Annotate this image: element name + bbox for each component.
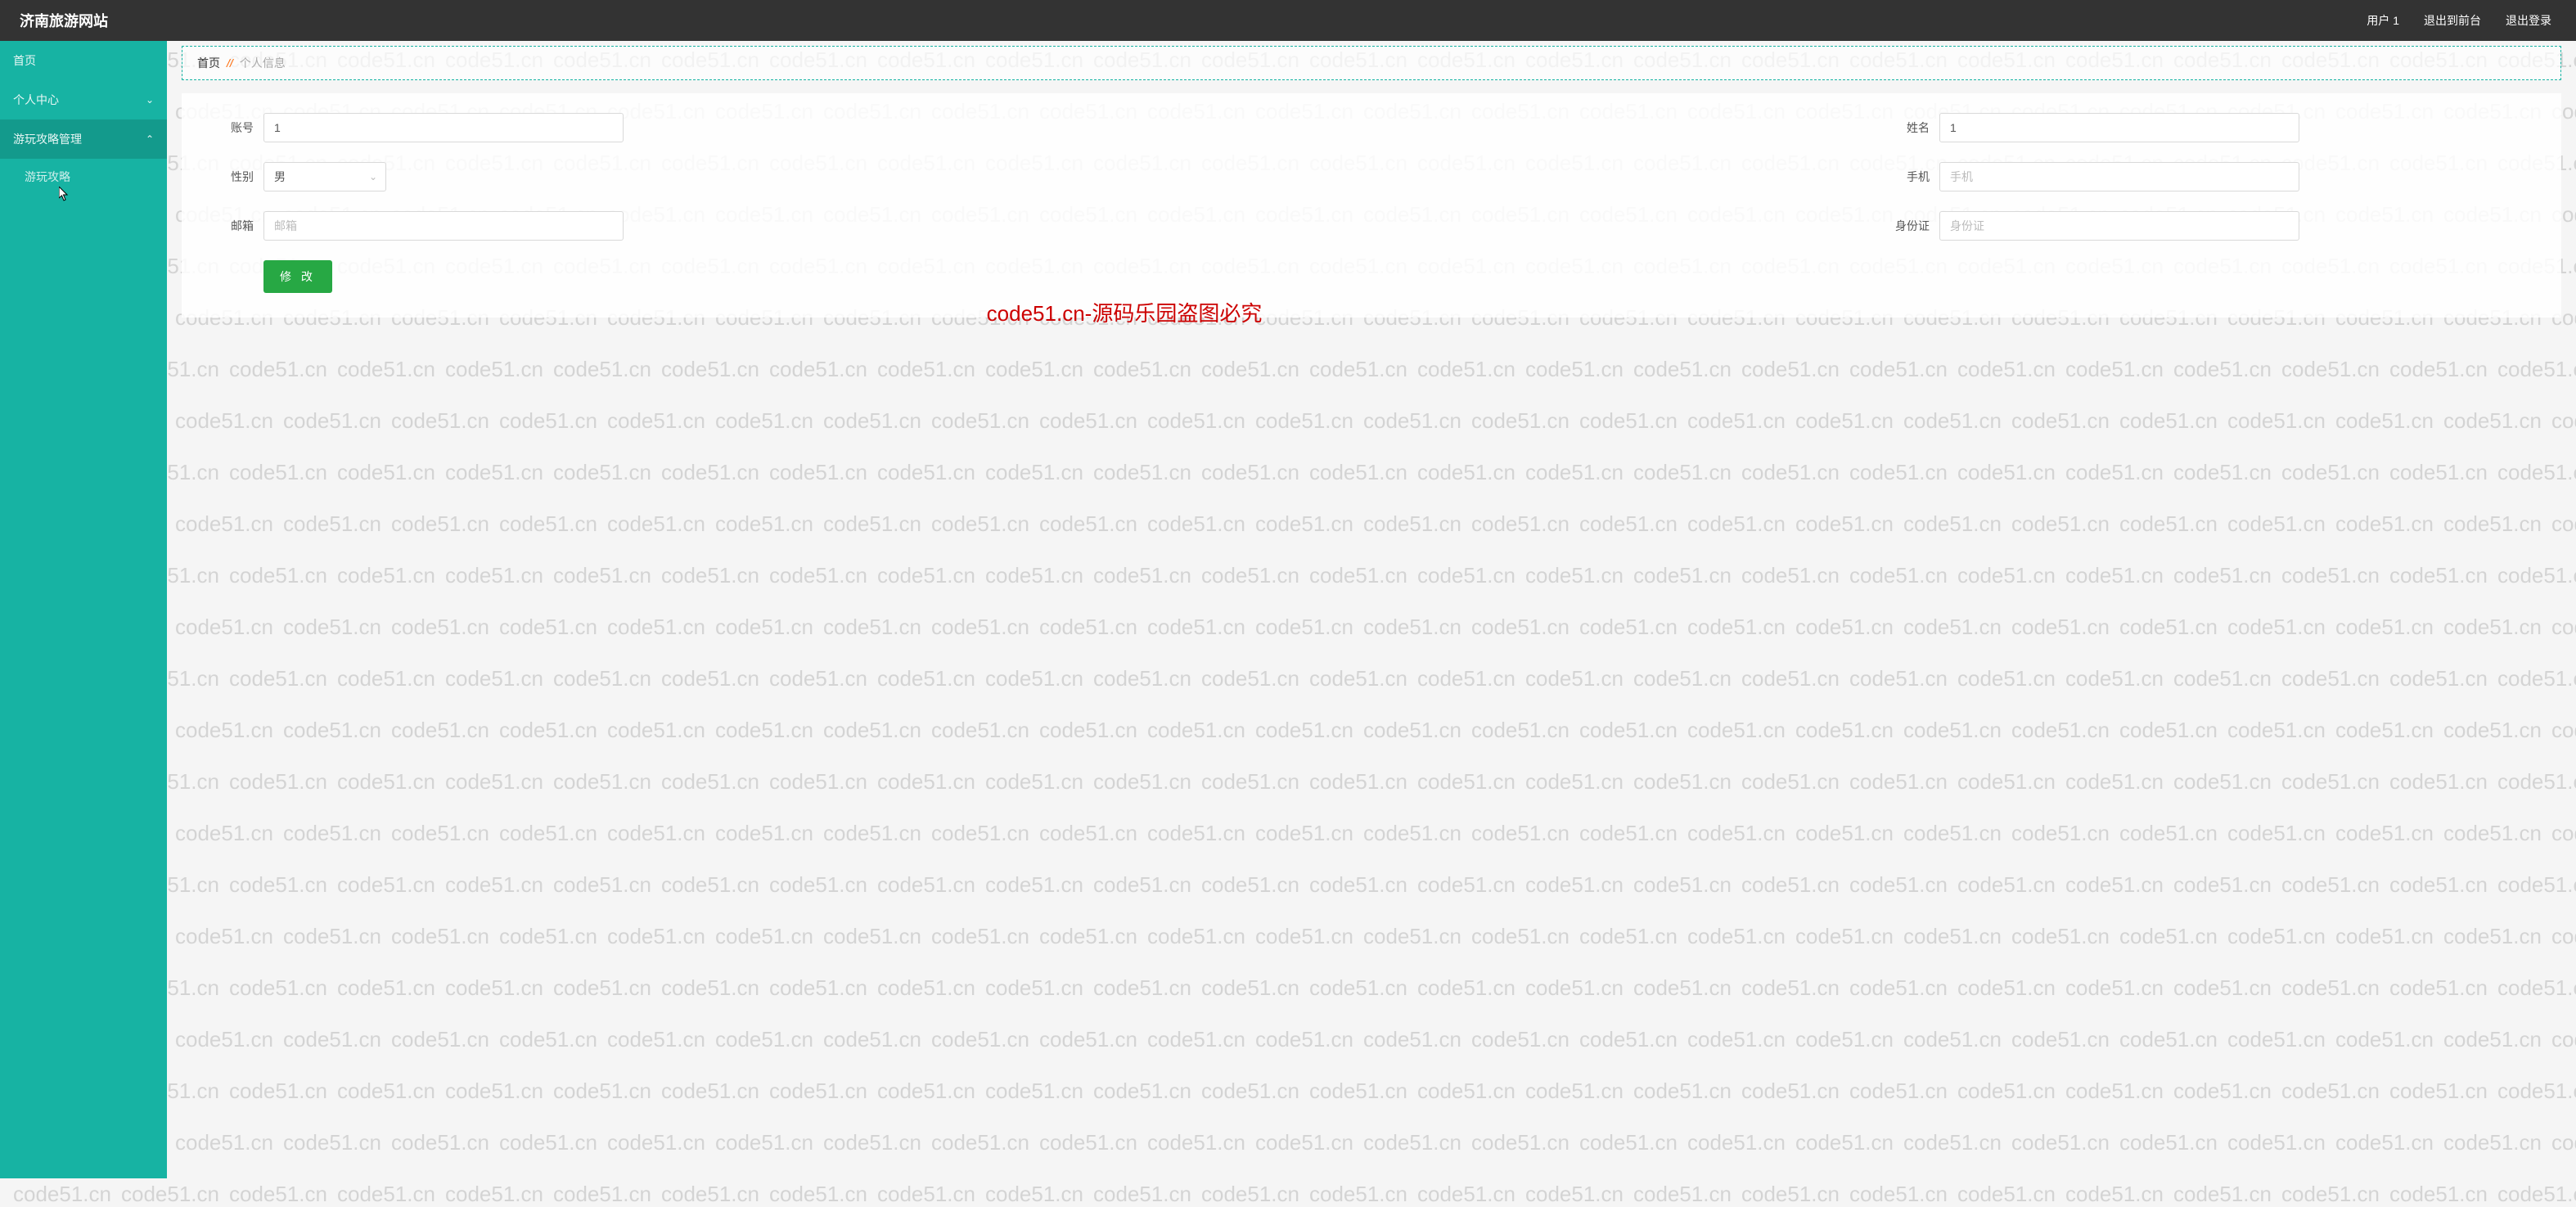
sidebar-travel-guide[interactable]: 游玩攻略	[0, 159, 167, 195]
sidebar-personal-center[interactable]: 个人中心 ⌄	[0, 80, 167, 119]
form-card: 账号 姓名 性别 男 ⌄ 手机 邮箱	[182, 93, 2561, 318]
site-title: 济南旅游网站	[20, 10, 108, 31]
account-label: 账号	[214, 119, 263, 136]
breadcrumb: 首页 // 个人信息	[182, 46, 2561, 80]
sidebar-travel-guide-mgmt[interactable]: 游玩攻略管理 ⌃	[0, 119, 167, 159]
idcard-input[interactable]	[1939, 211, 2299, 241]
main-content: 首页 // 个人信息 账号 姓名 性别 男 ⌄ 手机	[167, 41, 2576, 1178]
email-input[interactable]	[263, 211, 624, 241]
sidebar-personal-center-label: 个人中心	[13, 92, 59, 108]
breadcrumb-separator: //	[227, 56, 233, 70]
chevron-up-icon: ⌃	[146, 133, 154, 145]
form-group-name: 姓名	[1890, 113, 2299, 142]
sidebar-travel-guide-mgmt-label: 游玩攻略管理	[13, 131, 82, 147]
form-group-gender: 性别 男 ⌄	[214, 162, 386, 191]
phone-label: 手机	[1890, 169, 1939, 185]
logout-link[interactable]: 退出登录	[2506, 12, 2551, 29]
user-label[interactable]: 用户 1	[2367, 12, 2399, 29]
submit-button[interactable]: 修 改	[263, 260, 332, 293]
name-input[interactable]	[1939, 113, 2299, 142]
exit-front-link[interactable]: 退出到前台	[2424, 12, 2481, 29]
chevron-down-icon: ⌄	[369, 171, 377, 182]
form-row-1: 账号 姓名	[214, 113, 2529, 142]
header-right: 用户 1 退出到前台 退出登录	[2367, 12, 2551, 29]
sidebar-home-label: 首页	[13, 52, 36, 69]
copyright-text: code51.cn-源码乐园盗图必究	[987, 297, 1263, 327]
sidebar-home[interactable]: 首页	[0, 41, 167, 80]
form-group-idcard: 身份证	[1890, 211, 2299, 241]
phone-input[interactable]	[1939, 162, 2299, 191]
form-row-3: 邮箱 身份证	[214, 211, 2529, 241]
email-label: 邮箱	[214, 218, 263, 234]
breadcrumb-home[interactable]: 首页	[197, 55, 220, 71]
gender-select[interactable]: 男 ⌄	[263, 162, 386, 191]
submit-row: 修 改	[214, 260, 2529, 293]
sidebar-travel-guide-label: 游玩攻略	[25, 170, 70, 183]
form-group-email: 邮箱	[214, 211, 624, 241]
gender-label: 性别	[214, 169, 263, 185]
account-input[interactable]	[263, 113, 624, 142]
sidebar: 首页 个人中心 ⌄ 游玩攻略管理 ⌃ 游玩攻略	[0, 41, 167, 1178]
name-label: 姓名	[1890, 119, 1939, 136]
breadcrumb-current: 个人信息	[240, 55, 286, 71]
form-group-phone: 手机	[1890, 162, 2299, 191]
chevron-down-icon: ⌄	[146, 94, 154, 106]
form-row-2: 性别 男 ⌄ 手机	[214, 162, 2529, 191]
gender-value: 男	[274, 169, 286, 185]
idcard-label: 身份证	[1890, 218, 1939, 234]
form-group-account: 账号	[214, 113, 624, 142]
header: 济南旅游网站 用户 1 退出到前台 退出登录	[0, 0, 2576, 41]
